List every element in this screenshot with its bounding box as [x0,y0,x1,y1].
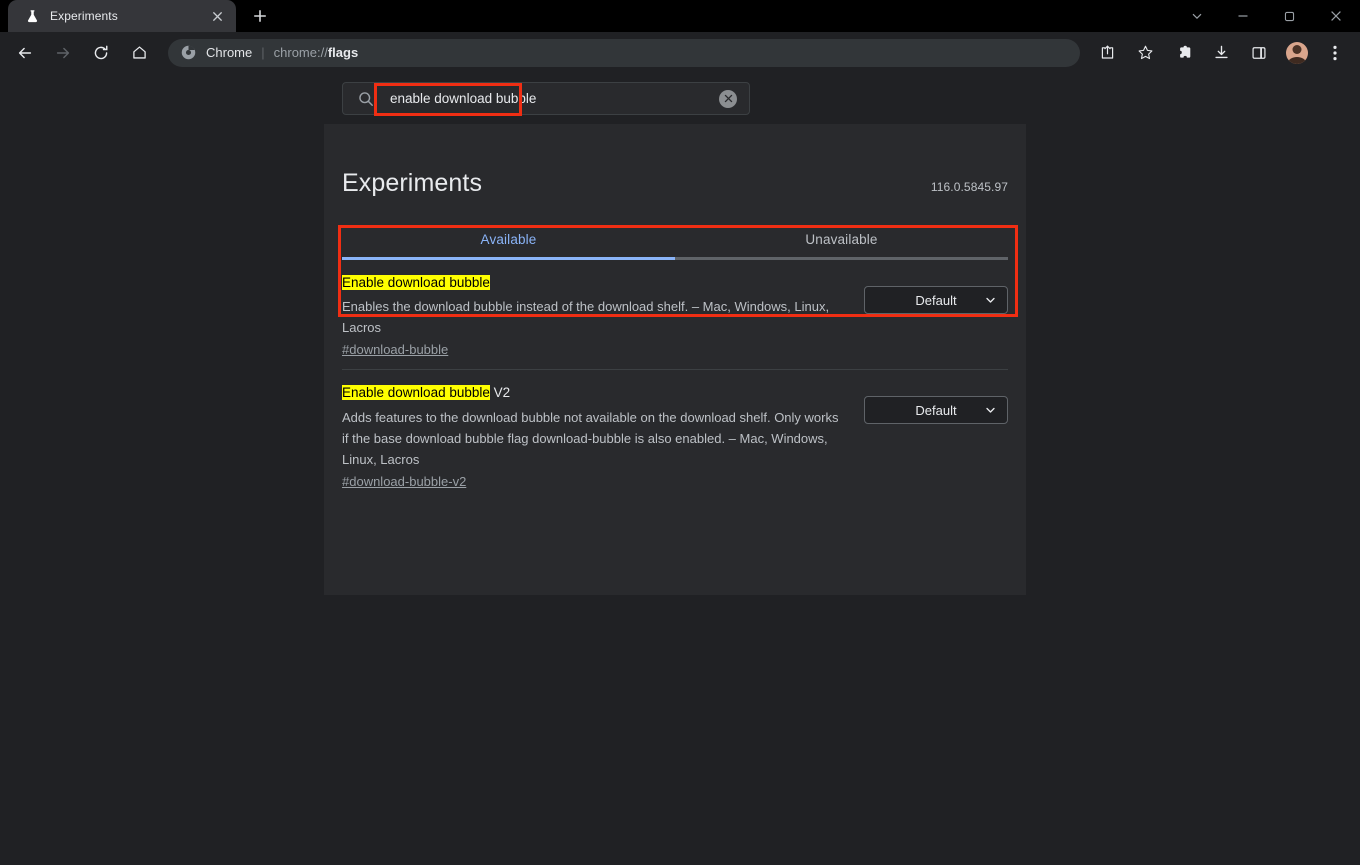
close-window-button[interactable] [1312,0,1360,32]
flag-title-highlight: Enable download bubble [342,385,490,401]
omnibox-separator: | [261,45,265,60]
flag-select-container: Default [864,274,1008,314]
new-tab-button[interactable] [246,2,274,30]
omnibox-url-prefix: chrome:// [273,45,328,60]
flask-icon [24,8,40,24]
omnibox-url: chrome://flags [274,45,359,60]
experiments-header: Experiments 116.0.5845.97 [324,124,1026,198]
version-label: 116.0.5845.97 [930,180,1008,194]
close-icon[interactable] [208,7,226,25]
address-bar[interactable]: Chrome | chrome://flags [168,38,1080,67]
browser-window: Experiments Chrome | chrome://flags enab… [0,0,1360,865]
flags-search-box[interactable]: enable download bubble [342,82,750,115]
download-icon[interactable] [1206,38,1236,68]
tab-search-chevron-down-icon[interactable] [1174,0,1220,32]
share-icon[interactable] [1092,38,1122,68]
omnibox-chip-label: Chrome [206,45,253,60]
experiments-panel: Experiments 116.0.5845.97 Available Unav… [324,124,1026,595]
omnibox-url-bold: flags [327,45,359,60]
tab-strip: Experiments [0,0,1360,32]
flag-title-highlight: Enable download bubble [342,275,490,290]
chrome-logo-icon [180,45,196,61]
page-title: Experiments [342,169,483,197]
minimize-button[interactable] [1220,0,1266,32]
flag-state-select[interactable]: Default [864,286,1008,314]
three-dot-menu-icon[interactable] [1320,38,1350,68]
tab-indicator [342,257,1008,260]
flag-state-select[interactable]: Default [864,396,1008,425]
clear-search-icon[interactable] [719,89,737,108]
browser-tab[interactable]: Experiments [8,0,236,32]
star-icon[interactable] [1130,38,1160,68]
flags-page: enable download bubble Reset all Experim… [0,73,1360,865]
flag-select-container: Default [864,384,1008,425]
avatar[interactable] [1282,38,1312,68]
flag-permalink[interactable]: #download-bubble-v2 [342,474,466,489]
back-button[interactable] [10,38,40,68]
maximize-button[interactable] [1266,0,1312,32]
search-input[interactable]: enable download bubble [390,91,719,106]
tab-title: Experiments [50,9,118,23]
flag-description: Adds features to the download bubble not… [342,409,839,467]
home-button[interactable] [124,38,154,68]
flag-description: Enables the download bubble instead of t… [342,299,830,336]
profile-avatar-image [1286,41,1308,64]
flag-details: Enable download bubble Enables the downl… [342,274,864,359]
flag-title-rest: V2 [489,385,511,401]
flag-state-value: Default [915,292,957,308]
magnifier-icon [357,90,374,107]
flag-state-value: Default [915,402,957,418]
flag-entry: Enable download bubble V2 Adds features … [342,370,1008,500]
chevron-down-icon [985,295,996,306]
chevron-down-icon [985,405,996,416]
side-panel-icon[interactable] [1244,38,1274,68]
flag-details: Enable download bubble V2 Adds features … [342,384,864,490]
tab-available[interactable]: Available [342,232,675,257]
tab-unavailable[interactable]: Unavailable [675,232,1008,257]
browser-toolbar: Chrome | chrome://flags [0,32,1360,73]
forward-button[interactable] [48,38,78,68]
puzzle-icon[interactable] [1168,38,1198,68]
experiments-tabs: Available Unavailable [324,232,1026,257]
flags-list: Enable download bubble Enables the downl… [324,260,1026,501]
toolbar-actions [1088,38,1354,68]
flag-title: Enable download bubble [342,274,846,292]
reload-button[interactable] [86,38,116,68]
window-controls [1174,0,1360,32]
flag-permalink[interactable]: #download-bubble [342,342,448,357]
flag-entry: Enable download bubble Enables the downl… [342,260,1008,371]
flag-title: Enable download bubble V2 [342,384,846,402]
